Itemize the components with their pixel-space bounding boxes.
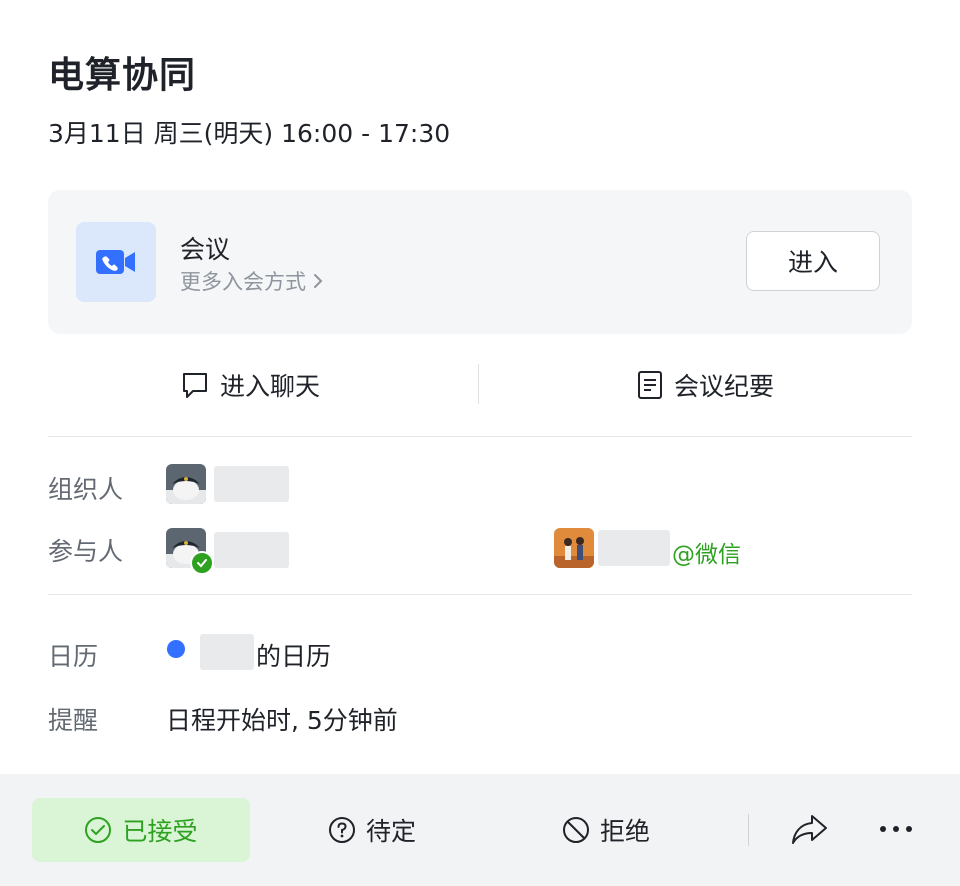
accepted-check-badge: [190, 551, 214, 575]
check-icon: [197, 559, 207, 568]
calendar-label: 日历: [48, 642, 99, 671]
more-join-methods-link[interactable]: 更多入会方式: [180, 266, 324, 296]
bar-divider: [748, 814, 749, 846]
more-options-button[interactable]: [876, 814, 916, 852]
document-icon: [638, 371, 662, 399]
tentative-label: 待定: [366, 817, 417, 846]
participant-name-redacted: [214, 532, 289, 568]
share-button[interactable]: [790, 812, 830, 850]
chat-bubble-icon: [183, 373, 207, 398]
calendar-owner-redacted: [200, 634, 254, 670]
section-divider: [48, 436, 912, 437]
rsvp-bar: 已接受 待定 拒绝: [0, 774, 960, 886]
avatar-image: [554, 528, 594, 568]
event-time: 3月11日 周三(明天) 16:00 - 17:30: [48, 119, 451, 148]
more-join-methods-label: 更多入会方式: [180, 270, 306, 294]
calendar-name: 的日历: [256, 642, 332, 671]
organizer-name-redacted: [214, 466, 289, 502]
participants-label: 参与人: [48, 537, 124, 566]
avatar-image: [166, 464, 206, 504]
meeting-icon-box[interactable]: [76, 222, 156, 302]
meeting-notes-button[interactable]: 会议纪要: [636, 352, 774, 418]
wechat-participant-name-redacted: [598, 530, 670, 566]
vertical-divider: [478, 364, 479, 404]
organizer-avatar[interactable]: [166, 464, 206, 504]
enter-chat-label: 进入聊天: [220, 372, 321, 401]
event-title: 电算协同: [48, 55, 197, 96]
accept-label: 已接受: [122, 817, 198, 846]
section-divider: [48, 594, 912, 595]
wechat-participant-avatar[interactable]: [554, 528, 594, 568]
decline-button[interactable]: 拒绝: [562, 798, 650, 862]
prohibited-icon: [563, 817, 589, 843]
enter-chat-button[interactable]: 进入聊天: [180, 352, 320, 418]
tentative-button[interactable]: 待定: [328, 798, 416, 862]
meeting-card: 会议 更多入会方式 进入: [48, 190, 912, 334]
decline-label: 拒绝: [600, 817, 651, 846]
enter-meeting-button[interactable]: 进入: [746, 231, 880, 291]
video-camera-icon: [96, 250, 135, 274]
chevron-right-icon: [314, 274, 323, 288]
reminder-label: 提醒: [48, 706, 99, 735]
meeting-title: 会议: [180, 235, 231, 264]
actions-row: 进入聊天 会议纪要: [48, 352, 912, 418]
check-circle-icon: [85, 817, 112, 843]
organizer-label: 组织人: [48, 475, 124, 504]
meeting-notes-label: 会议纪要: [674, 372, 775, 401]
share-arrow-icon: [792, 815, 827, 844]
accept-button[interactable]: 已接受: [32, 798, 250, 862]
calendar-color-dot: [167, 640, 185, 658]
reminder-value: 日程开始时, 5分钟前: [166, 706, 398, 735]
question-circle-icon: [329, 817, 355, 843]
wechat-tag: @微信: [672, 542, 741, 568]
more-dots-icon: [880, 826, 912, 832]
